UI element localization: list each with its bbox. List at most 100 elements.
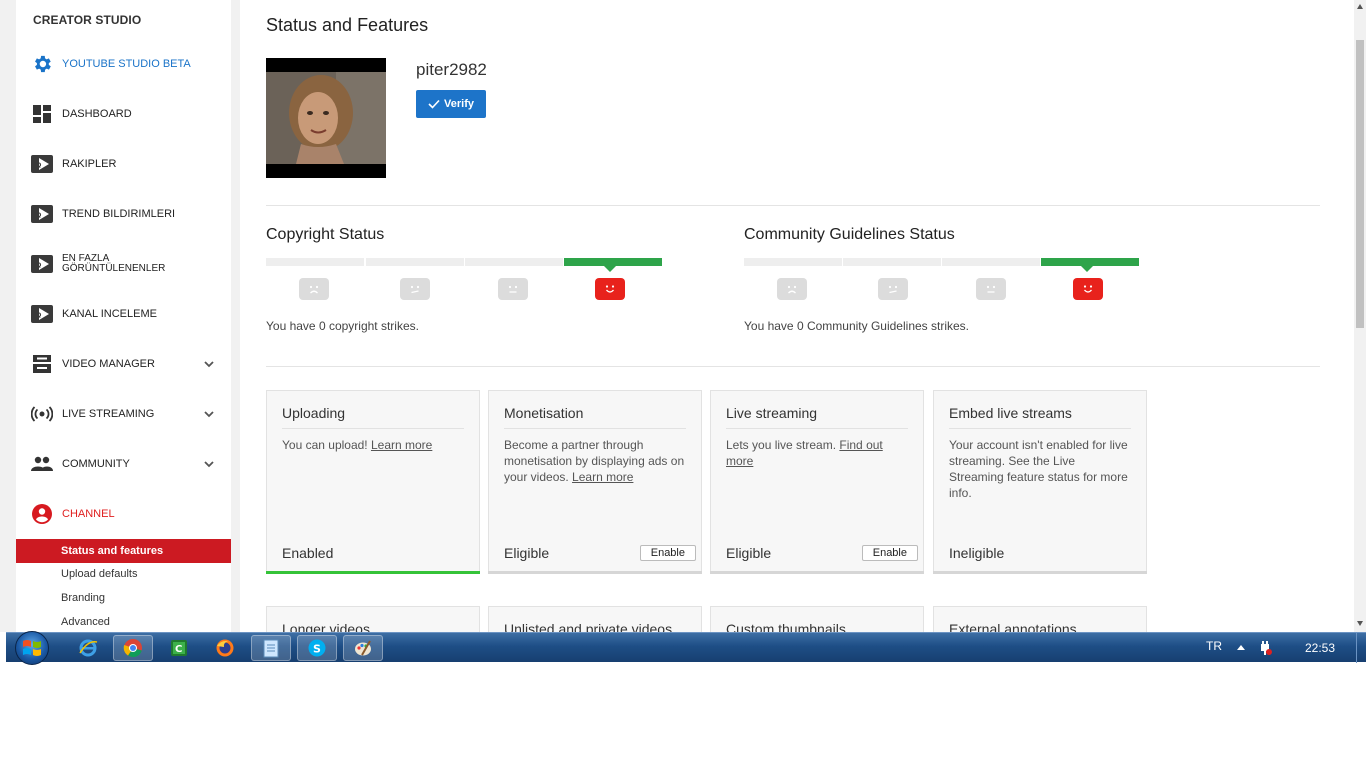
sidebar-subitem-upload-defaults[interactable]: Upload defaults xyxy=(16,562,231,586)
paint-palette-icon xyxy=(355,640,371,656)
channel-username: piter2982 xyxy=(416,60,487,79)
vidiq-play-icon: IQ xyxy=(31,203,53,225)
verify-button[interactable]: Verify xyxy=(416,90,486,118)
card-description: You can upload! Learn more xyxy=(282,437,465,453)
sidebar-subitem-branding[interactable]: Branding xyxy=(16,586,231,610)
page-title: Status and Features xyxy=(266,15,429,35)
chevron-down-icon[interactable] xyxy=(203,408,215,420)
gear-icon xyxy=(31,53,53,75)
card-divider xyxy=(726,428,908,429)
sidebar-item-label: RAKIPLER xyxy=(62,157,117,170)
sidebar-item-video-manager[interactable]: VIDEO MANAGER xyxy=(16,344,231,384)
people-icon xyxy=(31,453,53,475)
scroll-down-arrow-icon[interactable] xyxy=(1357,621,1363,626)
windows-logo-icon xyxy=(23,640,41,656)
system-clock[interactable]: 22:53 xyxy=(1305,641,1335,655)
sidebar-item-dashboard[interactable]: DASHBOARD xyxy=(16,94,231,134)
sidebar-item-trend-bildirimleri[interactable]: IQ TREND BILDIRIMLERI xyxy=(16,194,231,234)
start-button[interactable] xyxy=(15,631,49,665)
sidebar-item-channel[interactable]: CHANNEL xyxy=(16,494,231,534)
sidebar-item-rakipler[interactable]: IQ RAKIPLER xyxy=(16,144,231,184)
sidebar-item-label: YOUTUBE STUDIO BETA xyxy=(62,57,191,70)
show-desktop-button[interactable] xyxy=(1356,633,1366,663)
sidebar-item-youtube-studio-beta[interactable]: YOUTUBE STUDIO BETA xyxy=(16,44,231,84)
strike-meter-pointer xyxy=(604,266,616,272)
show-hidden-icons-arrow-icon[interactable] xyxy=(1237,645,1245,650)
camtasia-icon: C xyxy=(171,640,187,656)
svg-text:IQ: IQ xyxy=(34,212,41,219)
sidebar-item-label: LIVE STREAMING xyxy=(62,407,155,420)
taskbar-notepad[interactable] xyxy=(251,635,291,661)
chevron-down-icon[interactable] xyxy=(203,358,215,370)
sidebar-item-label: KANAL INCELEME xyxy=(62,307,157,320)
sidebar-subitem-status-and-features[interactable]: Status and features xyxy=(16,539,231,563)
feature-card-live-streaming: Live streaming Lets you live stream. Fin… xyxy=(710,390,924,574)
card-status-bar xyxy=(933,571,1147,574)
copyright-status: Copyright Status You have 0 copyright st… xyxy=(266,226,666,336)
vidiq-play-icon: IQ xyxy=(31,253,53,275)
svg-text:S: S xyxy=(313,643,321,656)
svg-text:IQ: IQ xyxy=(34,162,41,169)
taskbar-chrome[interactable] xyxy=(113,635,153,661)
vertical-scrollbar[interactable] xyxy=(1354,0,1366,632)
main-content: Status and Features piter2982 Verify Cop… xyxy=(240,0,1354,632)
taskbar-paint[interactable] xyxy=(343,635,383,661)
card-status-bar xyxy=(266,571,480,574)
card-title: Live streaming xyxy=(726,405,818,421)
power-plug-icon[interactable] xyxy=(1258,640,1272,661)
svg-text:IQ: IQ xyxy=(34,312,41,319)
community-guidelines-status: Community Guidelines Status You have 0 C… xyxy=(744,226,1144,336)
taskbar-camtasia[interactable]: C xyxy=(159,635,199,661)
sidebar-item-label-line2: GÖRÜNTÜLENENLER xyxy=(62,263,166,274)
vidiq-play-icon: IQ xyxy=(31,303,53,325)
feature-card-unlisted-private-videos: Unlisted and private videos xyxy=(488,606,702,632)
sidebar-item-label: EN FAZLA GÖRÜNTÜLENENLER xyxy=(62,254,165,274)
happy-face-icon xyxy=(1073,278,1103,300)
checkmark-icon xyxy=(428,99,440,109)
card-title: Uploading xyxy=(282,405,346,421)
card-status-bar xyxy=(710,571,924,574)
svg-text:C: C xyxy=(175,644,182,655)
sidebar-item-kanal-inceleme[interactable]: IQ KANAL INCELEME xyxy=(16,294,231,334)
enable-live-streaming-button[interactable]: Enable xyxy=(861,545,918,561)
strike-meter-segment-active xyxy=(564,258,662,266)
learn-more-link[interactable]: Learn more xyxy=(371,438,432,452)
strike-meter-segment xyxy=(843,258,941,266)
sidebar-item-label: TREND BILDIRIMLERI xyxy=(62,207,176,220)
chrome-icon xyxy=(123,639,142,658)
input-language-indicator[interactable]: TR xyxy=(1206,639,1222,653)
account-circle-icon xyxy=(31,503,53,525)
chevron-down-icon[interactable] xyxy=(203,458,215,470)
sidebar-item-live-streaming[interactable]: LIVE STREAMING xyxy=(16,394,231,434)
card-description: Become a partner through monetisation by… xyxy=(504,437,687,485)
copyright-status-title: Copyright Status xyxy=(266,226,385,243)
sidebar-item-label: DASHBOARD xyxy=(62,107,132,120)
sad-face-icon xyxy=(299,278,329,300)
card-divider xyxy=(504,428,686,429)
sidebar-subitem-advanced[interactable]: Advanced xyxy=(16,610,231,632)
video-manager-icon xyxy=(31,353,53,375)
card-title: Unlisted and private videos xyxy=(504,621,673,632)
dashboard-icon xyxy=(31,103,53,125)
section-divider xyxy=(266,366,1320,367)
taskbar-firefox[interactable] xyxy=(205,635,245,661)
taskbar-skype[interactable]: S xyxy=(297,635,337,661)
strike-meter-pointer xyxy=(1081,266,1093,272)
profile-photo xyxy=(266,58,386,178)
enable-monetisation-button[interactable]: Enable xyxy=(639,545,696,561)
taskbar-internet-explorer[interactable] xyxy=(68,635,108,661)
card-status: Ineligible xyxy=(949,545,1005,561)
sidebar-item-en-fazla-goruntulenenler[interactable]: IQ EN FAZLA GÖRÜNTÜLENENLER xyxy=(16,244,231,284)
feature-card-custom-thumbnails: Custom thumbnails xyxy=(710,606,924,632)
sidebar-item-label: CHANNEL xyxy=(62,507,115,520)
strike-meter-segment xyxy=(942,258,1040,266)
skype-icon: S xyxy=(308,639,326,657)
live-broadcast-icon xyxy=(31,403,53,425)
scroll-up-arrow-icon[interactable] xyxy=(1357,4,1363,9)
section-divider xyxy=(266,205,1320,206)
scrollbar-thumb[interactable] xyxy=(1356,40,1364,328)
channel-avatar[interactable] xyxy=(266,58,386,178)
learn-more-link[interactable]: Learn more xyxy=(572,470,633,484)
strike-meter-segment xyxy=(465,258,563,266)
sidebar-item-community[interactable]: COMMUNITY xyxy=(16,444,231,484)
